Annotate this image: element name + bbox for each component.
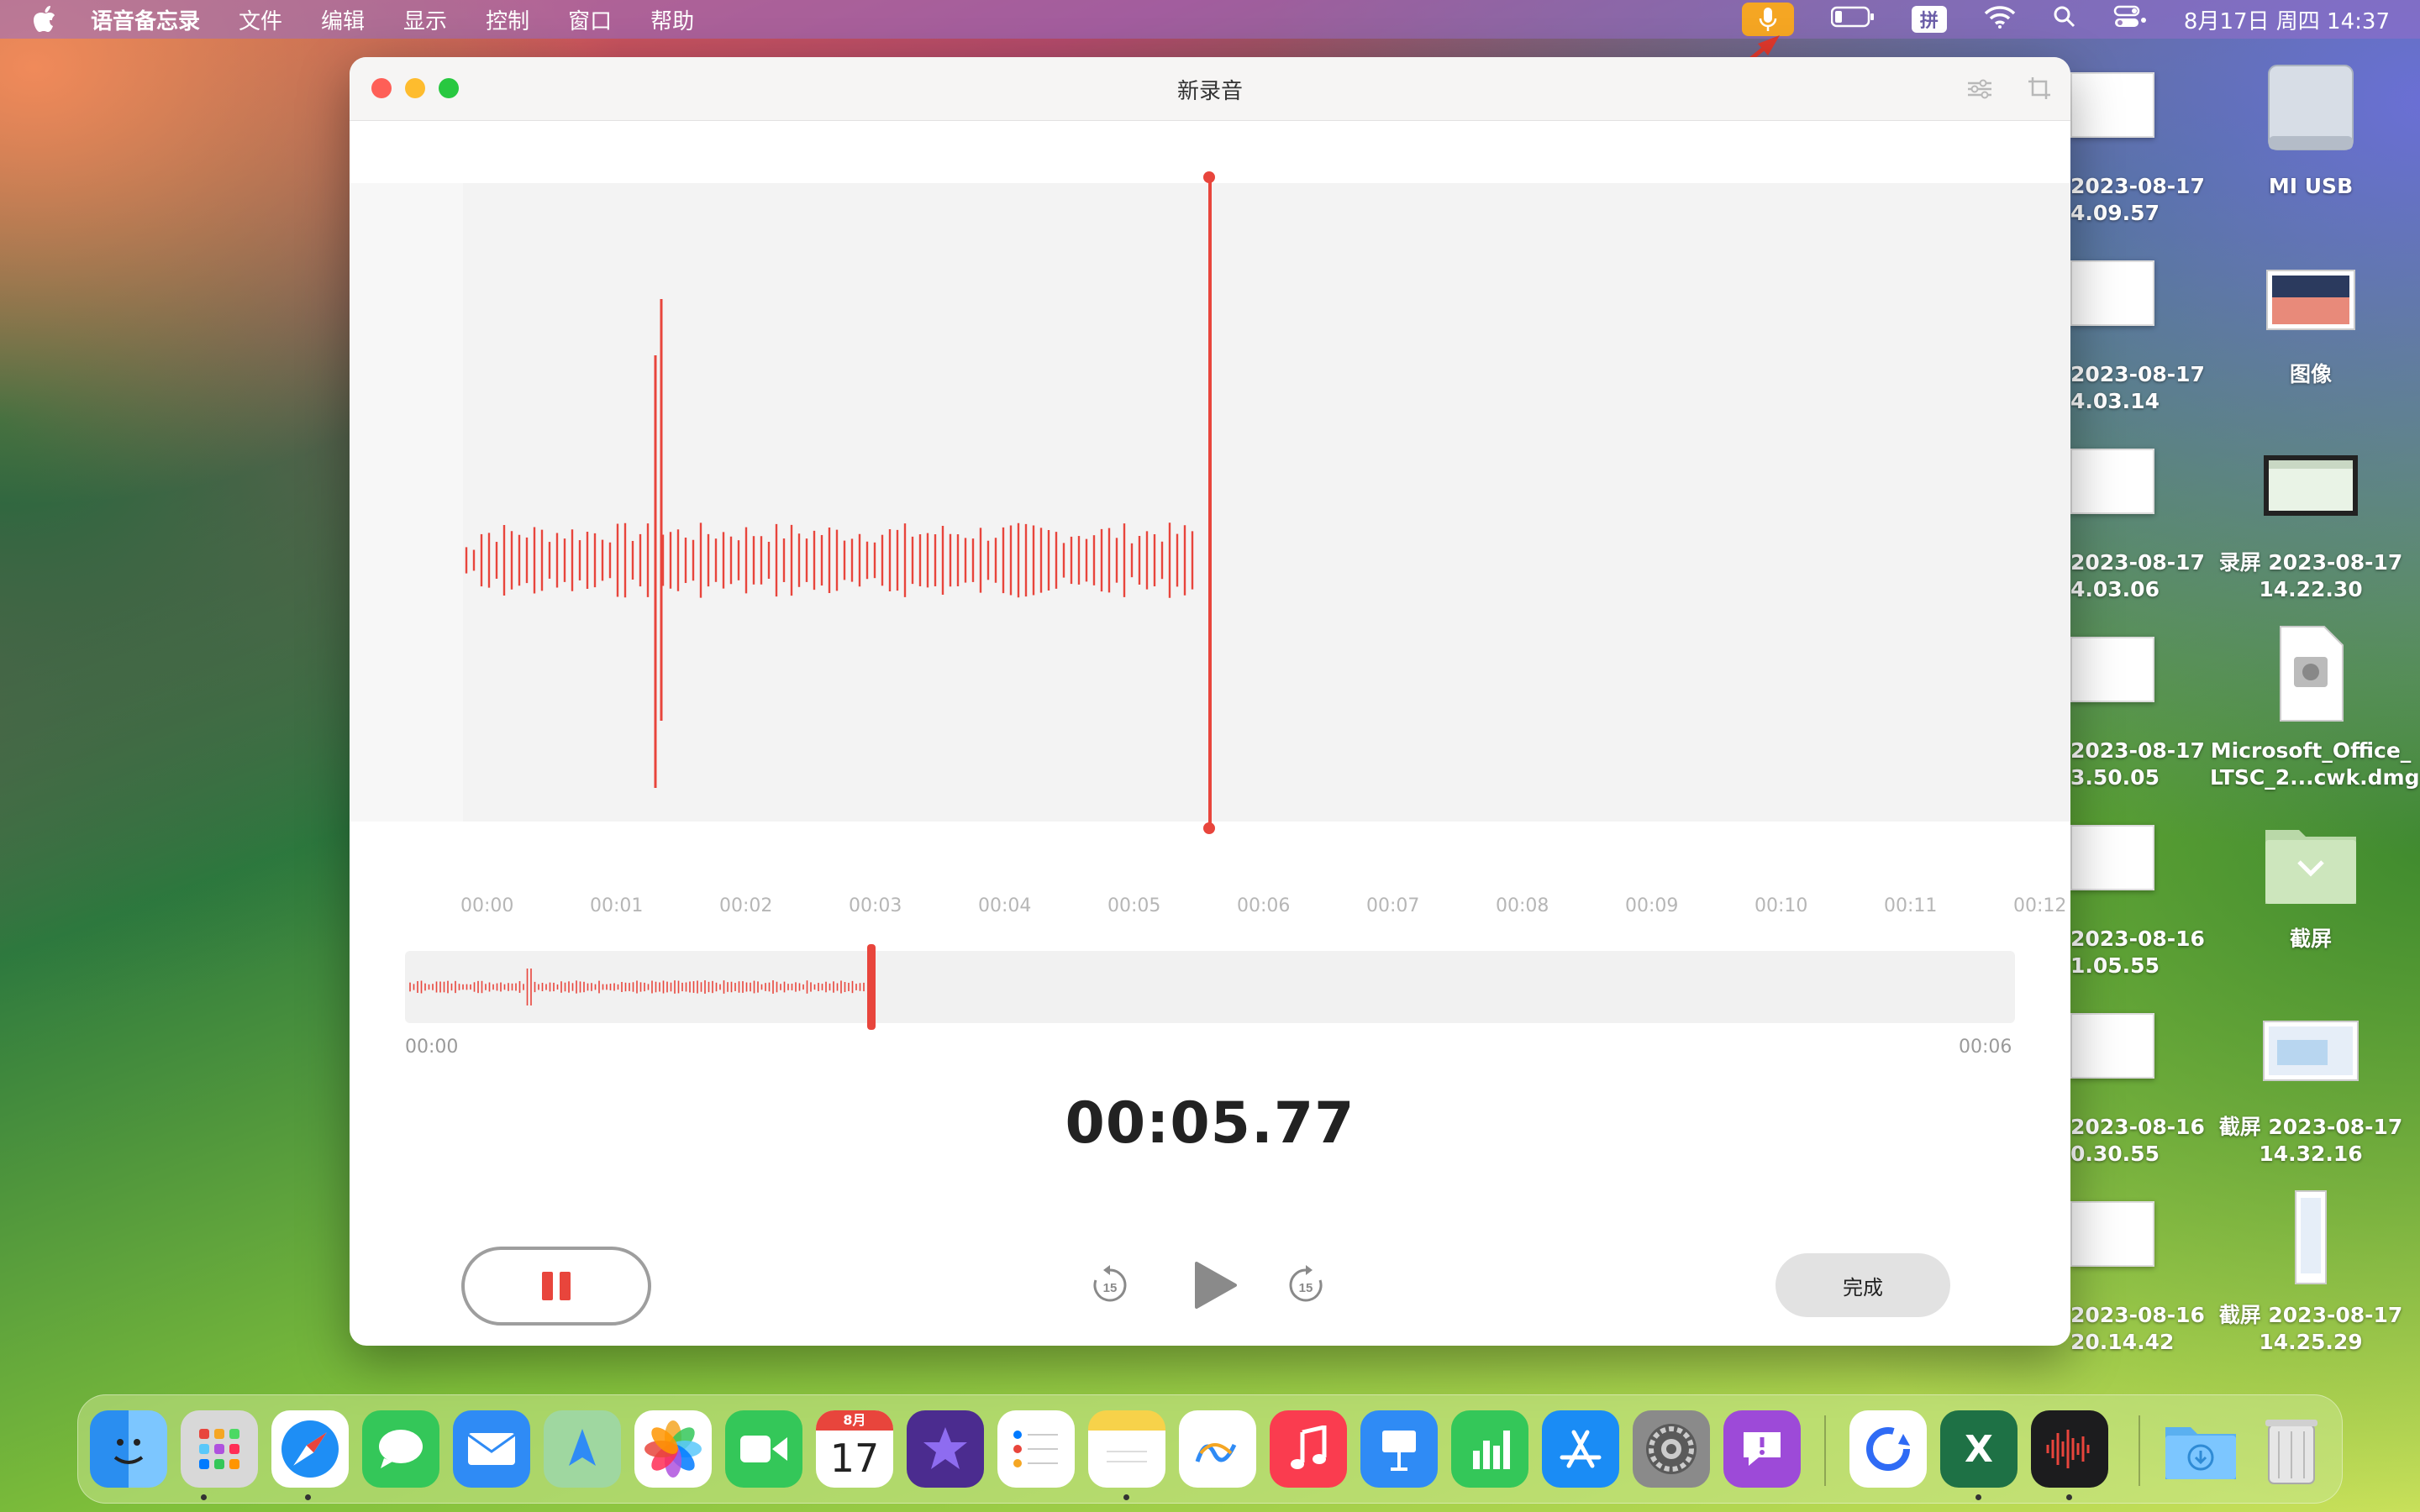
- overview-end-time: 00:06: [1959, 1037, 2012, 1058]
- timeline-tick-label: 00:12: [2013, 895, 2067, 916]
- overview-scrubber[interactable]: [405, 944, 2015, 1030]
- pause-icon: [542, 1272, 571, 1300]
- trash-icon[interactable]: [2253, 1410, 2330, 1488]
- play-icon: [1195, 1262, 1237, 1309]
- elapsed-time: 00:05.77: [1065, 1090, 1355, 1157]
- finder-icon[interactable]: [90, 1410, 167, 1488]
- launchpad-icon[interactable]: [181, 1410, 258, 1488]
- imovie-icon[interactable]: [907, 1410, 984, 1488]
- excel-icon[interactable]: X: [1940, 1410, 2018, 1488]
- voice-memos-window: 新录音 00:00 00:01 00:02 00:03 00:04 00:05 00:06 0…: [350, 57, 2070, 1346]
- music-icon[interactable]: [1270, 1410, 1347, 1488]
- overview-start-time: 00:00: [405, 1037, 459, 1058]
- timeline-tick-label: 00:09: [1625, 895, 1679, 916]
- numbers-icon[interactable]: [1451, 1410, 1528, 1488]
- app-store-icon[interactable]: [1542, 1410, 1619, 1488]
- calendar-month: 8月: [816, 1410, 893, 1431]
- skip-back-15-button[interactable]: 15: [1092, 1265, 1128, 1304]
- play-button[interactable]: [1192, 1260, 1239, 1310]
- timeline-tick-label: 00:11: [1884, 895, 1938, 916]
- playhead-top-knob[interactable]: [1203, 171, 1215, 183]
- timeline-tick-label: 00:08: [1496, 895, 1549, 916]
- waveform-margin: [350, 183, 463, 822]
- mail-icon[interactable]: [453, 1410, 530, 1488]
- facetime-icon[interactable]: [725, 1410, 802, 1488]
- done-button[interactable]: 完成: [1776, 1253, 1950, 1317]
- reminders-icon[interactable]: [997, 1410, 1075, 1488]
- timeline-tick-label: 00:05: [1107, 895, 1161, 916]
- voice-memos-icon[interactable]: [2031, 1410, 2108, 1488]
- system-settings-icon[interactable]: [1633, 1410, 1710, 1488]
- dock: 8月 17 X: [77, 1394, 2343, 1504]
- timeline-tick-label: 00:03: [849, 895, 902, 916]
- photos-icon[interactable]: [634, 1410, 712, 1488]
- window-title: 新录音: [1176, 79, 1243, 104]
- feedback-assistant-icon[interactable]: [1723, 1410, 1801, 1488]
- timeline-tick-label: 00:01: [590, 895, 644, 916]
- notes-icon[interactable]: [1088, 1410, 1165, 1488]
- freeform-icon[interactable]: [1179, 1410, 1256, 1488]
- timeline-tick-label: 00:00: [460, 895, 514, 916]
- title-bar: 新录音: [350, 57, 2070, 121]
- timeline-tick-label: 00:02: [719, 895, 773, 916]
- waveform-view[interactable]: [463, 183, 2070, 822]
- skip-forward-label: 15: [1299, 1281, 1313, 1295]
- timeline-tick-label: 00:06: [1237, 895, 1291, 916]
- calendar-day: 17: [829, 1436, 880, 1481]
- timeline-tick-label: 00:10: [1754, 895, 1808, 916]
- running-indicator: [2066, 1494, 2072, 1500]
- timeline-tick-label: 00:07: [1366, 895, 1420, 916]
- trim-icon[interactable]: [2027, 76, 2052, 104]
- downloads-folder-icon[interactable]: [2162, 1410, 2239, 1488]
- running-indicator: [201, 1494, 207, 1500]
- timeline-ruler: 00:00 00:01 00:02 00:03 00:04 00:05 00:06 00:07…: [350, 838, 2070, 916]
- running-indicator: [305, 1494, 311, 1500]
- running-indicator: [1975, 1494, 1981, 1500]
- settings-sliders-icon[interactable]: [1966, 77, 1993, 104]
- playhead[interactable]: [1208, 173, 1212, 828]
- keynote-icon[interactable]: [1360, 1410, 1438, 1488]
- timeline-tick-label: 00:04: [978, 895, 1032, 916]
- running-indicator: [1123, 1494, 1129, 1500]
- dock-separator: [1824, 1415, 1826, 1486]
- skip-back-label: 15: [1103, 1281, 1118, 1295]
- playhead-bottom-knob[interactable]: [1203, 822, 1215, 834]
- overview-playhead[interactable]: [867, 944, 876, 1030]
- safari-icon[interactable]: [271, 1410, 349, 1488]
- skip-forward-15-button[interactable]: 15: [1287, 1265, 1324, 1304]
- sync-app-icon[interactable]: [1849, 1410, 1927, 1488]
- calendar-icon[interactable]: 8月 17: [816, 1410, 893, 1488]
- messages-icon[interactable]: [362, 1410, 439, 1488]
- pause-button[interactable]: [461, 1247, 651, 1326]
- maps-icon[interactable]: [544, 1410, 621, 1488]
- dock-separator-2: [2139, 1415, 2140, 1486]
